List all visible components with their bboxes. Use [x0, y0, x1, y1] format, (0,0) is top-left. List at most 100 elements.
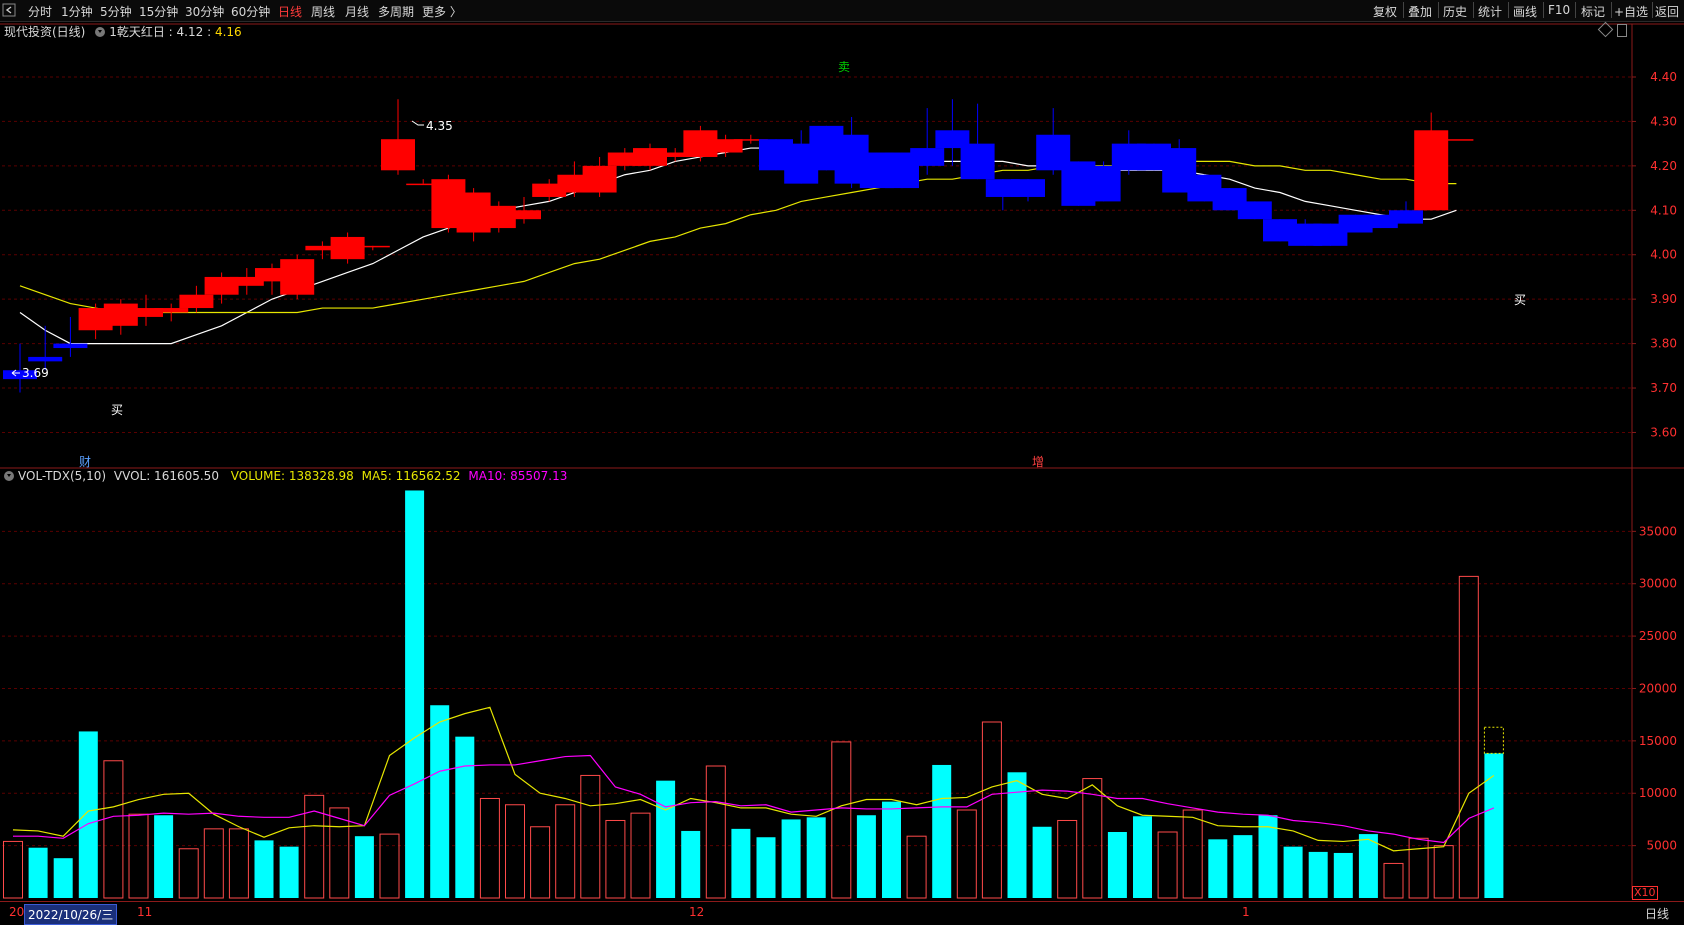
volume-bar [932, 764, 952, 898]
volume-bar [781, 819, 801, 898]
volume-bar [1484, 753, 1504, 898]
high-price-label: 4.35 [426, 119, 453, 133]
price-axis: 3.60 3.70 3.80 3.90 4.00 4.10 4.20 4.30 4.40 [1632, 70, 1677, 439]
volume-tick-label: 10000 [1639, 786, 1677, 800]
volume-bar [731, 828, 751, 898]
volume-bar [981, 721, 1002, 899]
candle-body [582, 165, 617, 193]
price-tick-label: 4.10 [1650, 203, 1677, 217]
time-label-partial: 20 [9, 905, 25, 919]
panel-toggle-icon[interactable] [1617, 24, 1627, 37]
month-label-11: 11 [137, 905, 153, 919]
sell-signal: 卖 [838, 60, 850, 74]
volume-bar [1433, 845, 1454, 899]
candle-body [381, 139, 415, 171]
volume-tick-label: 15000 [1639, 734, 1677, 748]
volume-bar [806, 817, 826, 898]
volume-bar [1208, 839, 1228, 898]
volume-bar [329, 807, 350, 899]
increase-marker: 增 [1032, 455, 1044, 469]
time-axis: 20 2022/10/26/三 11 12 1 日线 [0, 901, 1684, 925]
volume-bar [103, 760, 124, 899]
candle-body [1439, 139, 1474, 141]
volume-bar [1082, 778, 1103, 899]
price-tick-label: 3.60 [1650, 425, 1677, 439]
volume-tick-label: 25000 [1639, 629, 1677, 643]
volume-bar [405, 490, 425, 898]
volume-bar [605, 819, 626, 899]
price-tick-label: 3.80 [1650, 337, 1677, 351]
volume-bar [630, 812, 651, 899]
volume-bar [656, 780, 676, 898]
candle-body [1011, 179, 1045, 197]
candle-body [1237, 201, 1272, 220]
volume-bar [455, 736, 475, 898]
volume-bar [956, 809, 977, 899]
volume-bar [1157, 831, 1178, 899]
candle-body [507, 210, 541, 220]
volume-bar [555, 804, 576, 899]
volume-bar [1383, 862, 1404, 899]
price-tick-label: 3.70 [1650, 381, 1677, 395]
volume-bar [430, 705, 450, 898]
candle-body [910, 148, 945, 166]
candle-body [154, 308, 189, 313]
volume-bar [154, 815, 174, 898]
volume-bar [78, 731, 98, 898]
volume-bar [505, 804, 525, 899]
month-label-1: 1 [1242, 905, 1250, 919]
candle-body [1389, 210, 1423, 224]
candle-body [1086, 165, 1121, 202]
volume-bar [856, 815, 876, 898]
volume-bar [1333, 852, 1353, 898]
candle-body [53, 343, 88, 349]
candle-body [708, 139, 743, 153]
candlesticks [3, 99, 1474, 393]
volume-bar [1458, 575, 1479, 899]
volume-bar [228, 828, 249, 899]
volume-bar [203, 828, 224, 899]
unit-badge: X10 [1632, 886, 1658, 900]
volume-tick-label: 5000 [1646, 839, 1677, 853]
volume-bar [1283, 846, 1303, 898]
volume-bar [1057, 819, 1078, 899]
candle-body [355, 245, 390, 248]
buy-signal: 买 [1514, 293, 1526, 307]
low-price-label: 3.69 [22, 366, 49, 380]
volume-forecast-marker [1483, 726, 1504, 754]
volume-tick-label: 35000 [1639, 524, 1677, 538]
candle-body [179, 294, 214, 309]
volume-bar [882, 801, 901, 898]
candle-body [280, 259, 315, 295]
period-status: 日线 [1645, 907, 1670, 921]
volume-bar [705, 765, 726, 899]
volume-bar [128, 813, 149, 899]
volume-bars [3, 490, 1504, 899]
volume-bar [1107, 832, 1127, 898]
volume-axis: 5000 10000 15000 20000 25000 30000 35000 [1632, 524, 1677, 853]
volume-bar [279, 846, 299, 898]
volume-bar [1308, 851, 1328, 898]
volume-bar [1408, 837, 1429, 899]
volume-tick-label: 30000 [1639, 577, 1677, 591]
stock-chart-canvas[interactable]: 3.60 3.70 3.80 3.90 4.00 4.10 4.20 4.30 4.40 500… [0, 0, 1684, 921]
volume-bar [580, 774, 601, 899]
volume-bar [53, 858, 73, 898]
volume-bar [530, 826, 551, 899]
month-label-12: 12 [689, 905, 705, 919]
volume-bar [1233, 835, 1253, 898]
candle-body [330, 236, 365, 260]
price-tick-label: 4.20 [1650, 159, 1677, 173]
volume-tick-label: 20000 [1639, 681, 1677, 695]
candle-body [960, 143, 995, 180]
volume-bar [1133, 816, 1152, 898]
price-tick-label: 4.00 [1650, 248, 1677, 262]
volume-bar [379, 833, 400, 899]
volume-bar [28, 847, 48, 898]
price-tick-label: 3.90 [1650, 292, 1677, 306]
grid-lines [2, 76, 1632, 847]
volume-bar [1032, 826, 1052, 898]
candle-body [28, 356, 63, 362]
price-ma-white-line [19, 147, 1457, 345]
candle-body [1414, 130, 1449, 211]
